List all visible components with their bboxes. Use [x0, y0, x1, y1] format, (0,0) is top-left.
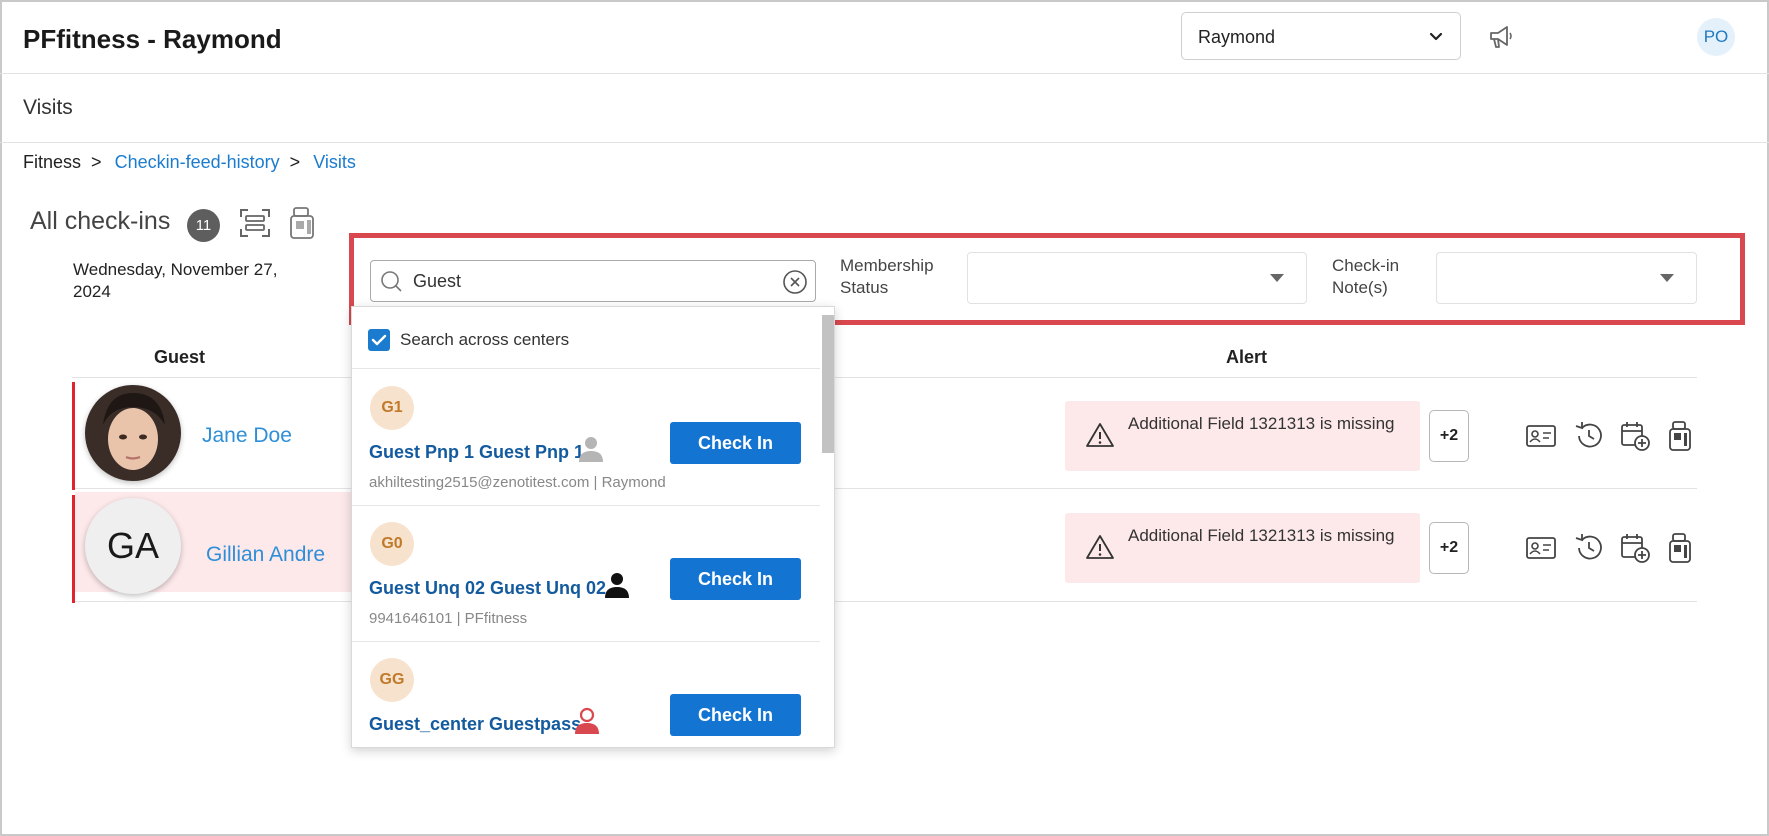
id-card-icon[interactable] — [1525, 420, 1557, 452]
more-alerts-button[interactable]: +2 — [1429, 522, 1469, 574]
guest-name-link[interactable]: Gillian Andre — [206, 543, 325, 567]
person-icon — [575, 707, 599, 734]
row-status-bar — [72, 382, 75, 490]
chevron-down-icon — [1429, 32, 1443, 41]
membership-status-select[interactable] — [967, 252, 1307, 304]
breadcrumb-root: Fitness — [23, 152, 82, 172]
check-in-button[interactable]: Check In — [670, 558, 801, 600]
history-icon[interactable] — [1573, 532, 1605, 564]
calendar-add-icon[interactable] — [1619, 420, 1651, 452]
kiosk-icon[interactable] — [1664, 532, 1696, 564]
table-row[interactable]: GA Gillian Andre Additional Field 132131… — [72, 492, 1697, 603]
breadcrumb-link-visits[interactable]: Visits — [313, 152, 356, 172]
table-row[interactable]: Jane Doe Additional Field 1321313 is mis… — [72, 379, 1697, 490]
guest-name-link[interactable]: Jane Doe — [202, 424, 292, 448]
search-across-centers-checkbox[interactable] — [368, 329, 390, 351]
checkins-title: All check-ins — [30, 207, 171, 235]
clear-icon[interactable] — [781, 268, 809, 296]
guest-initials-badge: G1 — [370, 386, 414, 430]
caret-down-icon — [1660, 274, 1674, 282]
guest-search-input[interactable] — [413, 267, 743, 295]
warning-icon — [1086, 535, 1114, 559]
search-result-item[interactable]: G1 Guest Pnp 1 Guest Pnp 1 akhiltesting2… — [352, 370, 820, 506]
checkmark-icon — [371, 334, 387, 346]
alert-text: Additional Field 1321313 is missing — [1128, 526, 1395, 545]
center-selector-value: Raymond — [1198, 27, 1276, 47]
search-icon — [381, 271, 402, 292]
search-results-dropdown: Search across centers G1 Guest Pnp 1 Gue… — [351, 306, 835, 748]
check-in-button[interactable]: Check In — [670, 422, 801, 464]
breadcrumb-separator: > — [289, 152, 301, 172]
breadcrumb-separator: > — [91, 152, 102, 172]
id-card-icon[interactable] — [1525, 532, 1557, 564]
search-across-centers-row[interactable]: Search across centers — [352, 307, 820, 369]
alert-box: Additional Field 1321313 is missing — [1065, 513, 1420, 583]
search-result-meta: akhiltesting2515@zenotitest.com | Raymon… — [369, 474, 666, 491]
table-divider — [72, 377, 1697, 378]
checkin-notes-select[interactable] — [1436, 252, 1697, 304]
guest-photo — [85, 385, 181, 481]
warning-icon — [1086, 423, 1114, 447]
alert-text: Additional Field 1321313 is missing — [1128, 414, 1395, 433]
megaphone-icon[interactable] — [1486, 22, 1516, 52]
search-result-name[interactable]: Guest_center Guestpass — [369, 714, 581, 735]
kiosk-icon[interactable] — [1664, 420, 1696, 452]
guest-search-box[interactable] — [370, 260, 816, 302]
membership-status-label: Membership Status — [840, 256, 934, 297]
caret-down-icon — [1270, 274, 1284, 282]
column-header-guest: Guest — [154, 347, 206, 367]
search-result-name[interactable]: Guest Unq 02 Guest Unq 02 — [369, 578, 606, 599]
guest-avatar — [85, 385, 181, 481]
breadcrumb-link-checkin-feed-history[interactable]: Checkin-feed-history — [115, 152, 280, 172]
dropdown-scrollbar[interactable] — [822, 315, 834, 453]
check-in-button[interactable]: Check In — [670, 694, 801, 736]
checkins-date: Wednesday, November 27, 2024 — [73, 260, 278, 301]
center-selector[interactable]: Raymond — [1181, 12, 1461, 60]
top-header: PFfitness - Raymond Raymond PO — [0, 0, 1769, 74]
kiosk-icon[interactable] — [288, 206, 318, 240]
app-title: PFfitness - Raymond — [23, 24, 282, 54]
search-result-meta: 9941646101 | PFfitness — [369, 610, 528, 627]
person-icon — [579, 437, 603, 462]
column-header-alert: Alert — [1226, 347, 1268, 367]
search-result-name[interactable]: Guest Pnp 1 Guest Pnp 1 — [369, 442, 584, 463]
page-header: Visits — [0, 75, 1769, 143]
search-result-item[interactable]: GG Guest_center Guestpass Check In — [352, 642, 820, 747]
user-avatar[interactable]: PO — [1697, 18, 1735, 56]
guest-initials-badge: GG — [370, 658, 414, 702]
page-title: Visits — [23, 96, 73, 119]
alert-box: Additional Field 1321313 is missing — [1065, 401, 1420, 471]
checkins-count-badge: 11 — [187, 209, 220, 242]
guest-initials-badge: G0 — [370, 522, 414, 566]
guest-initials: GA — [106, 525, 159, 566]
checkin-notes-label: Check-in Note(s) — [1332, 256, 1400, 297]
history-icon[interactable] — [1573, 420, 1605, 452]
person-icon — [605, 573, 629, 598]
breadcrumb: Fitness > Checkin-feed-history > Visits — [23, 152, 356, 173]
more-alerts-button[interactable]: +2 — [1429, 410, 1469, 462]
guest-avatar: GA — [85, 498, 181, 594]
calendar-add-icon[interactable] — [1619, 532, 1651, 564]
scan-icon[interactable] — [238, 206, 272, 240]
search-result-item[interactable]: G0 Guest Unq 02 Guest Unq 02 9941646101 … — [352, 506, 820, 642]
search-across-centers-label: Search across centers — [400, 330, 570, 349]
